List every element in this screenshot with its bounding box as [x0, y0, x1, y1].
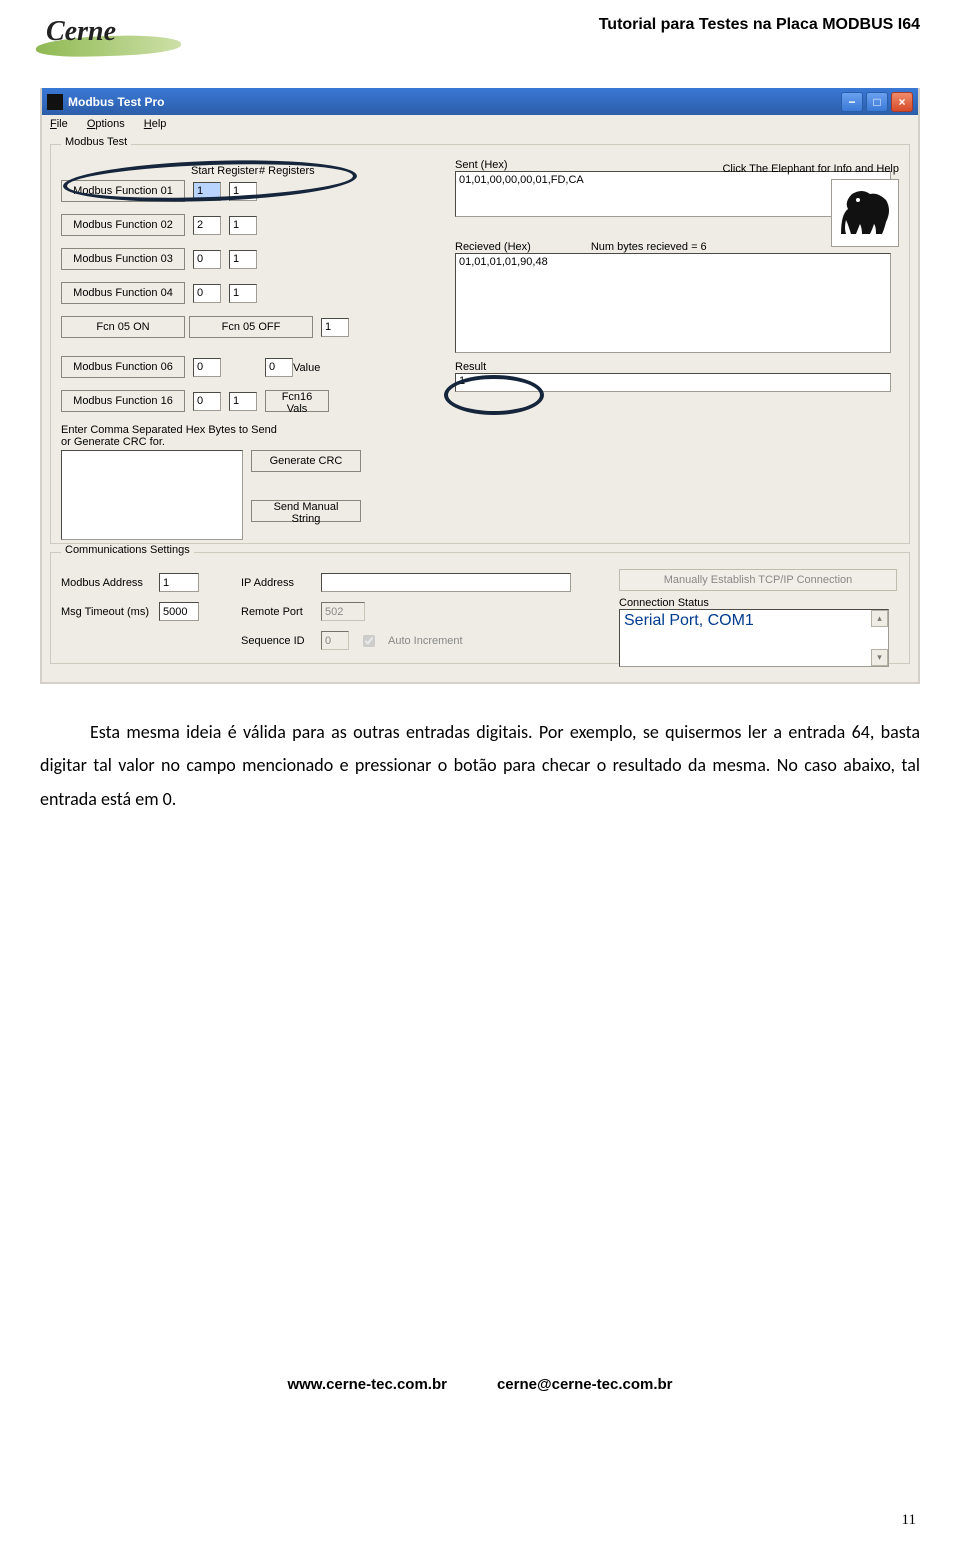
fn03-num-reg[interactable]: [229, 250, 257, 269]
modbus-address-label: Modbus Address: [61, 577, 149, 589]
menu-file[interactable]: File: [42, 115, 76, 133]
footer-email: cerne@cerne-tec.com.br: [497, 1376, 673, 1393]
fn16-start-reg[interactable]: [193, 392, 221, 411]
maximize-button[interactable]: □: [866, 92, 888, 112]
manual-hex-label-line2: or Generate CRC for.: [61, 436, 366, 448]
fn04-num-reg[interactable]: [229, 284, 257, 303]
auto-increment-checkbox: [363, 635, 375, 647]
minimize-button[interactable]: −: [841, 92, 863, 112]
sent-hex-label: Sent (Hex): [455, 159, 508, 171]
ip-address-label: IP Address: [241, 577, 311, 589]
modbus-test-legend: Modbus Test: [61, 136, 131, 148]
fn04-start-reg[interactable]: [193, 284, 221, 303]
fn16-vals-button[interactable]: Fcn16 Vals: [265, 390, 329, 412]
logo-text: Cerne: [46, 16, 116, 48]
menubar: File Options Help: [42, 115, 918, 136]
fn02-start-reg[interactable]: [193, 216, 221, 235]
fn05-on-button[interactable]: Fcn 05 ON: [61, 316, 185, 338]
modbus-test-group: Modbus Test Start Register # Registers M…: [50, 144, 910, 544]
scroll-up-icon[interactable]: ▴: [871, 610, 888, 627]
fn06-button[interactable]: Modbus Function 06: [61, 356, 185, 378]
scroll-down-icon[interactable]: ▾: [871, 649, 888, 666]
remote-port-input: [321, 602, 365, 621]
sequence-id-input: [321, 631, 349, 650]
footer-url: www.cerne-tec.com.br: [287, 1376, 447, 1393]
fn06-value[interactable]: [265, 358, 293, 377]
menu-help[interactable]: Help: [136, 115, 175, 133]
elephant-icon[interactable]: [831, 179, 899, 247]
sequence-id-label: Sequence ID: [241, 635, 311, 647]
manual-hex-textarea[interactable]: [61, 450, 243, 540]
auto-increment-label: Auto Increment: [388, 635, 463, 647]
fn03-button[interactable]: Modbus Function 03: [61, 248, 185, 270]
fn06-start-reg[interactable]: [193, 358, 221, 377]
page-number: 11: [902, 1512, 916, 1529]
received-hex-box: 01,01,01,01,90,48: [455, 253, 891, 353]
document-title: Tutorial para Testes na Placa MODBUS I64: [599, 16, 920, 34]
connection-status-box: Serial Port, COM1 ▴ ▾: [619, 609, 889, 667]
send-manual-button[interactable]: Send Manual String: [251, 500, 361, 522]
fn02-button[interactable]: Modbus Function 02: [61, 214, 185, 236]
result-label: Result: [455, 361, 899, 373]
comm-settings-group: Communications Settings Modbus Address M…: [50, 552, 910, 664]
ip-address-input[interactable]: [321, 573, 571, 592]
window-title: Modbus Test Pro: [68, 95, 164, 109]
close-button[interactable]: ×: [891, 92, 913, 112]
fn16-button[interactable]: Modbus Function 16: [61, 390, 185, 412]
fn16-num-reg[interactable]: [229, 392, 257, 411]
manual-hex-label-line1: Enter Comma Separated Hex Bytes to Send: [61, 424, 366, 436]
sent-hex-box: 01,01,00,00,00,01,FD,CA: [455, 171, 891, 217]
fn05-start-reg[interactable]: [321, 318, 349, 337]
fn05-off-button[interactable]: Fcn 05 OFF: [189, 316, 313, 338]
received-hex-label: Recieved (Hex): [455, 241, 531, 253]
tcp-connect-button[interactable]: Manually Establish TCP/IP Connection: [619, 569, 897, 591]
comm-settings-legend: Communications Settings: [61, 544, 194, 556]
connection-status-label: Connection Status: [619, 597, 899, 609]
remote-port-label: Remote Port: [241, 606, 311, 618]
msg-timeout-label: Msg Timeout (ms): [61, 606, 149, 618]
elephant-help-label: Click The Elephant for Info and Help: [722, 163, 899, 175]
fn02-num-reg[interactable]: [229, 216, 257, 235]
modbus-address-input[interactable]: [159, 573, 199, 592]
body-paragraph: Esta mesma ideia é válida para as outras…: [40, 716, 920, 816]
logo: Cerne: [40, 8, 116, 52]
menu-options[interactable]: Options: [79, 115, 133, 133]
fn04-button[interactable]: Modbus Function 04: [61, 282, 185, 304]
fn03-start-reg[interactable]: [193, 250, 221, 269]
app-window: Modbus Test Pro − □ × File Options Help …: [40, 88, 920, 684]
titlebar: Modbus Test Pro − □ ×: [42, 88, 918, 115]
msg-timeout-input[interactable]: [159, 602, 199, 621]
value-label: Value: [293, 362, 320, 374]
annotation-result-circle: [444, 375, 544, 415]
page-footer: www.cerne-tec.com.br cerne@cerne-tec.com…: [40, 1376, 920, 1393]
app-icon: [47, 94, 63, 110]
num-bytes-label: Num bytes recieved = 6: [591, 241, 707, 253]
generate-crc-button[interactable]: Generate CRC: [251, 450, 361, 472]
